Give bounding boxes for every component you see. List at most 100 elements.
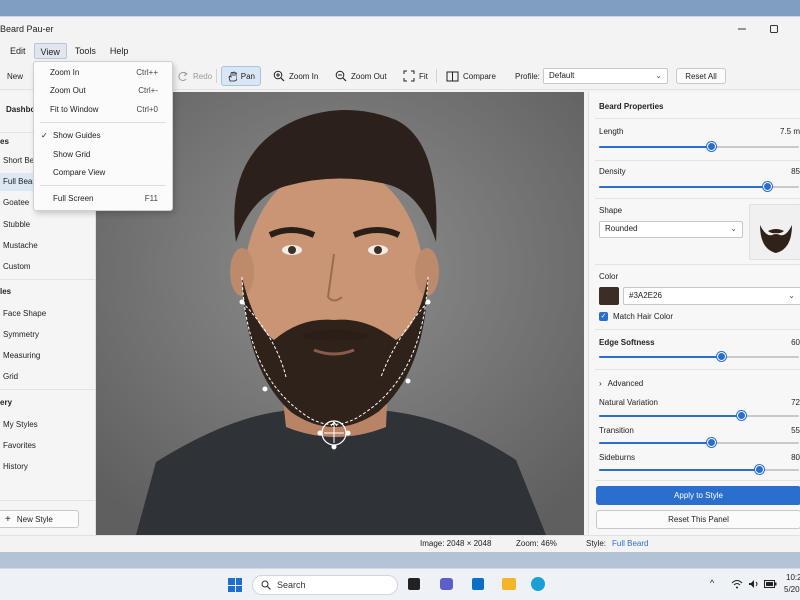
clock-time[interactable]: 10:2 <box>786 573 800 582</box>
menu-view[interactable]: View <box>33 43 67 59</box>
style-status-label: Style: <box>586 539 607 548</box>
file-explorer-icon[interactable] <box>502 578 516 590</box>
length-slider[interactable] <box>599 141 799 153</box>
sidebar-item-symmetry[interactable]: Symmetry <box>3 326 39 344</box>
menu-item-label: Show Guides <box>53 131 101 140</box>
shape-select[interactable]: Rounded ⌄ <box>599 221 743 238</box>
sidebar-item-favorites[interactable]: Favorites <box>3 437 36 455</box>
natural-variation-slider[interactable] <box>599 410 799 422</box>
sidebar-item-stubble[interactable]: Stubble <box>3 216 30 234</box>
fit-label: Fit <box>419 71 428 81</box>
chevron-down-icon: ⌄ <box>730 224 737 233</box>
teams-icon[interactable] <box>440 578 453 590</box>
sidebar-item-full-beard[interactable]: Full Bear <box>3 173 35 191</box>
zoom-in-button[interactable]: Zoom In <box>268 66 323 86</box>
density-slider[interactable] <box>599 181 799 193</box>
new-button[interactable]: New <box>2 66 28 86</box>
sidebar-item-my-styles[interactable]: My Styles <box>3 416 38 434</box>
slider-thumb[interactable] <box>755 465 764 474</box>
profile-label: Profile: <box>515 72 540 81</box>
sidebar-dashboard[interactable]: Dashbo <box>6 101 35 119</box>
fit-button[interactable]: Fit <box>398 66 433 86</box>
minimize-button[interactable] <box>728 17 756 41</box>
style-status-value: Full Beard <box>612 539 649 548</box>
volume-icon[interactable] <box>748 579 760 589</box>
sideburns-slider[interactable] <box>599 464 799 476</box>
sideburns-value: 80 <box>791 453 800 462</box>
apply-to-style-button[interactable]: Apply to Style <box>596 486 800 505</box>
taskbar-search[interactable]: Search <box>252 575 398 595</box>
menu-item-zoom-in[interactable]: Zoom In Ctrl++ <box>34 64 172 82</box>
shape-preview <box>749 204 800 260</box>
sidebar-item-goatee[interactable]: Goatee <box>3 194 29 212</box>
slider-thumb[interactable] <box>763 182 772 191</box>
pan-button[interactable]: Pan <box>221 66 261 86</box>
color-swatch[interactable] <box>599 287 619 305</box>
compare-button[interactable]: Compare <box>441 66 501 86</box>
color-hex-input[interactable]: #3A2E26 ⌄ <box>623 287 800 305</box>
color-hex-value: #3A2E26 <box>629 291 662 300</box>
menu-item-compare-view[interactable]: Compare View <box>34 164 172 182</box>
zoom-out-icon <box>335 70 347 82</box>
slider-thumb[interactable] <box>737 411 746 420</box>
redo-button[interactable]: Redo <box>172 66 217 86</box>
advanced-label: Advanced <box>607 379 644 388</box>
zoom-in-icon <box>273 70 285 82</box>
minimize-icon <box>738 28 746 30</box>
reset-panel-button[interactable]: Reset This Panel <box>596 510 800 529</box>
zoom-out-button[interactable]: Zoom Out <box>330 66 392 86</box>
menu-bar: Edit View Tools Help <box>0 43 800 59</box>
menu-item-label: Show Grid <box>53 150 91 159</box>
edge-icon[interactable] <box>531 577 545 591</box>
image-size-text: Image: 2048 × 2048 <box>420 539 492 548</box>
clock-date[interactable]: 5/20 <box>784 585 800 594</box>
sidebar-item-history[interactable]: History <box>3 458 28 476</box>
sidebar-divider <box>0 389 95 390</box>
menu-item-show-grid[interactable]: Show Grid <box>34 146 172 164</box>
menu-item-shortcut: Ctrl+- <box>138 86 158 95</box>
new-style-button[interactable]: + New Style <box>0 510 79 528</box>
edge-softness-slider[interactable] <box>599 351 799 363</box>
maximize-button[interactable] <box>760 17 788 41</box>
slider-thumb[interactable] <box>707 142 716 151</box>
toolbar-divider <box>436 69 437 83</box>
density-label: Density <box>599 167 626 176</box>
menu-tools[interactable]: Tools <box>69 43 102 59</box>
reset-all-button[interactable]: Reset All <box>676 68 726 84</box>
wifi-icon[interactable] <box>731 579 743 589</box>
menu-item-fit-to-window[interactable]: Fit to Window Ctrl+0 <box>34 101 172 119</box>
profile-select[interactable]: Default ⌄ <box>543 68 668 84</box>
chevron-up-icon[interactable]: ^ <box>710 578 714 588</box>
sidebar-item-measuring[interactable]: Measuring <box>3 347 40 365</box>
compare-icon <box>446 71 459 81</box>
slider-thumb[interactable] <box>717 352 726 361</box>
sidebar-item-grid[interactable]: Grid <box>3 368 18 386</box>
panel-divider <box>595 118 800 119</box>
menu-item-full-screen[interactable]: Full Screen F11 <box>34 190 172 208</box>
hand-icon <box>228 71 237 81</box>
pan-label: Pan <box>240 71 255 81</box>
color-label: Color <box>599 272 619 281</box>
advanced-toggle[interactable]: › Advanced <box>599 379 643 388</box>
menu-help[interactable]: Help <box>104 43 135 59</box>
menu-item-shortcut: F11 <box>144 194 158 203</box>
menu-item-zoom-out[interactable]: Zoom Out Ctrl+- <box>34 82 172 100</box>
zoom-text: Zoom: 46% <box>516 539 557 548</box>
menu-item-show-guides[interactable]: ✓ Show Guides <box>34 127 172 145</box>
transition-slider[interactable] <box>599 437 799 449</box>
shape-label: Shape <box>599 206 623 215</box>
sidebar-item-mustache[interactable]: Mustache <box>3 237 38 255</box>
menu-edit[interactable]: Edit <box>4 43 32 59</box>
sidebar-item-face-shape[interactable]: Face Shape <box>3 305 46 323</box>
battery-icon[interactable] <box>764 580 777 588</box>
window-title: Beard Pau-er <box>0 24 54 34</box>
slider-thumb[interactable] <box>707 438 716 447</box>
task-view-icon[interactable] <box>408 578 420 590</box>
density-value: 85 <box>791 167 800 176</box>
match-hair-checkbox[interactable]: ✓ <box>599 312 608 321</box>
store-icon[interactable] <box>472 578 484 590</box>
sidebar-item-custom[interactable]: Custom <box>3 258 31 276</box>
sidebar-divider <box>0 500 95 501</box>
start-button[interactable] <box>228 578 242 592</box>
natural-variation-value: 72 <box>791 398 800 407</box>
